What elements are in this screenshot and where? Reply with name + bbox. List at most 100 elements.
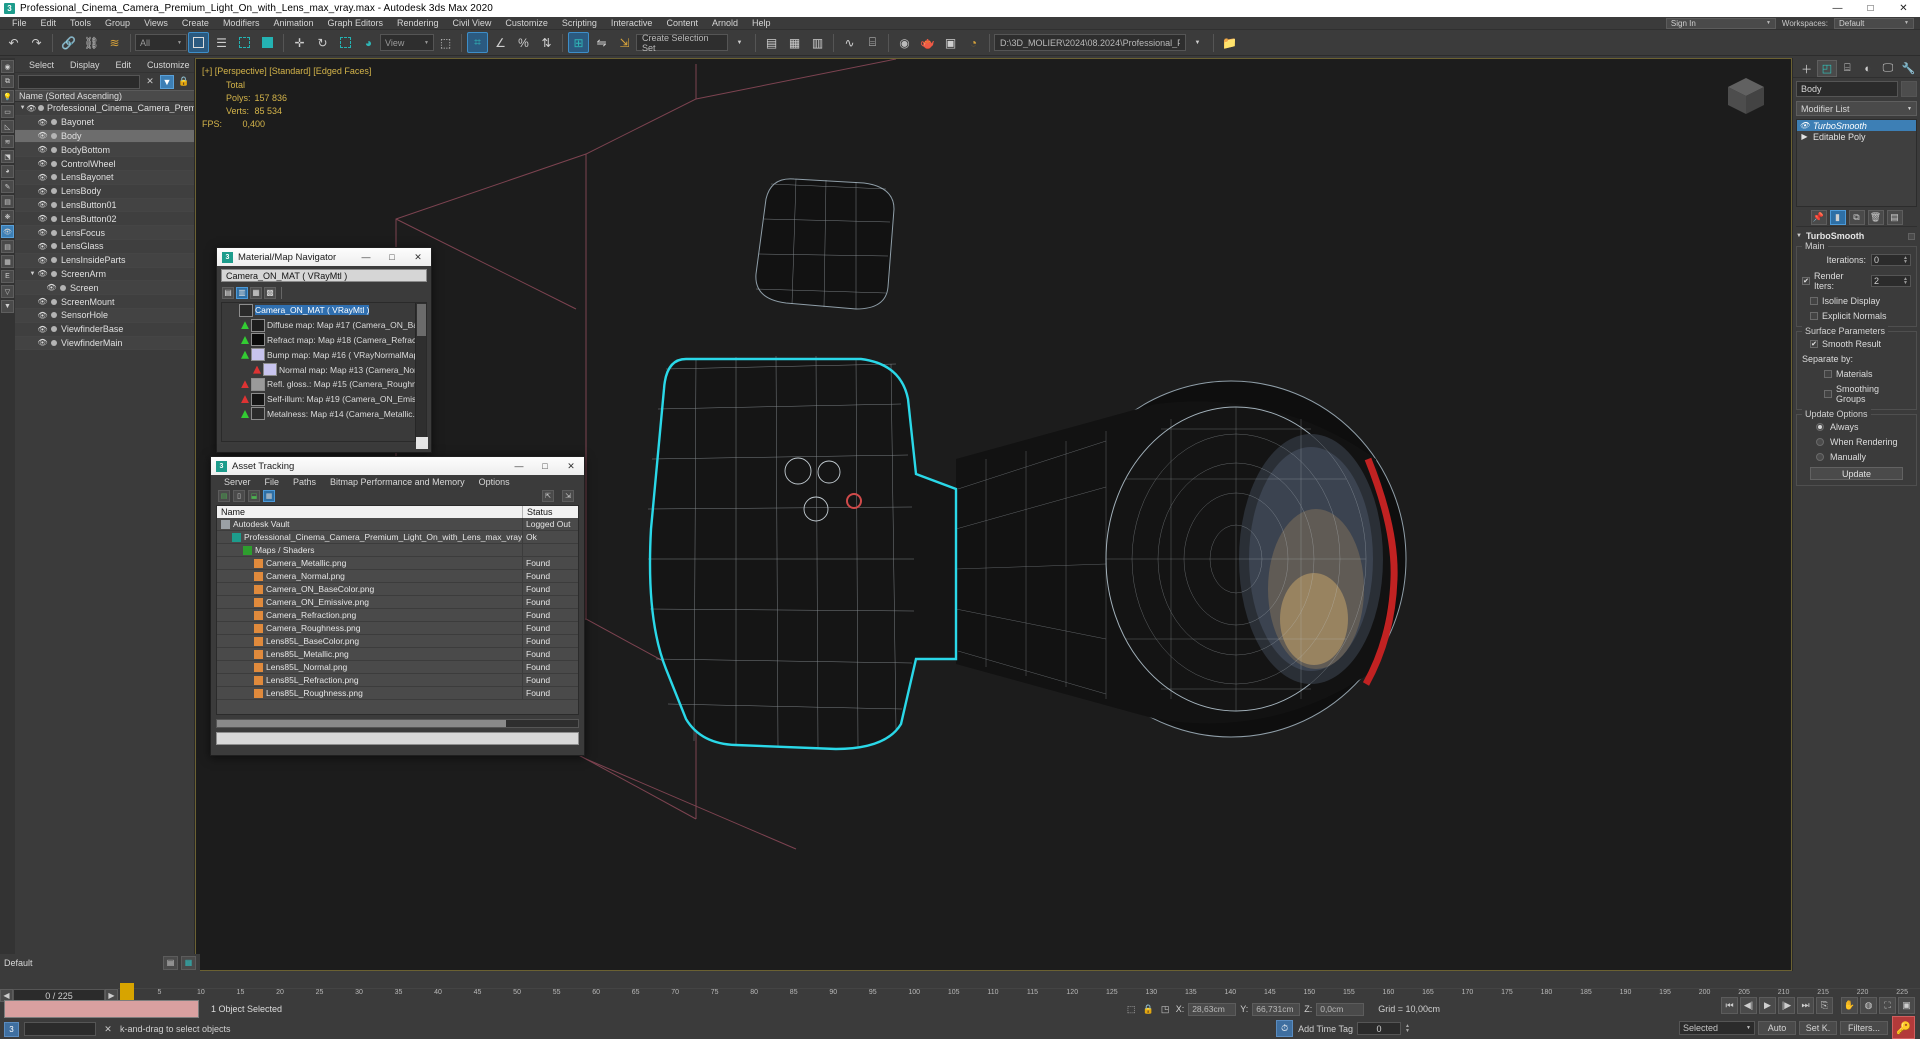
object-color-swatch[interactable] — [1901, 81, 1917, 97]
minimize-button[interactable]: — — [1821, 0, 1854, 17]
freeze-dot-icon[interactable] — [48, 119, 59, 126]
modifier-list-dropdown[interactable]: Modifier List ▼ — [1796, 101, 1917, 116]
asset-table-body[interactable]: Autodesk Vault Logged Out Professional_Cin… — [217, 518, 578, 714]
update-option-row[interactable]: Manually — [1802, 452, 1911, 462]
freeze-dot-icon[interactable] — [48, 188, 59, 195]
toggle-scene-explorer-icon[interactable]: ▤ — [761, 32, 782, 53]
freeze-dot-icon[interactable] — [48, 174, 59, 181]
freeze-dot-icon[interactable] — [48, 298, 59, 305]
explorer-rail-icon-9[interactable]: ▤ — [1, 195, 14, 208]
asset-menu-paths[interactable]: Paths — [286, 477, 323, 487]
select-object-button[interactable] — [188, 32, 209, 53]
menu-graph-editors[interactable]: Graph Editors — [320, 17, 390, 30]
scrollbar-thumb[interactable] — [417, 304, 426, 336]
explorer-rail-icon-1[interactable]: ⧉ — [1, 75, 14, 88]
spinner-arrows-icon[interactable]: ▲ ▼ — [1903, 256, 1908, 265]
angle-snap-toggle-icon[interactable]: ∠ — [490, 32, 511, 53]
filter-icon[interactable]: ▼ — [160, 74, 174, 89]
check-out-icon[interactable]: ▯ — [233, 490, 245, 502]
visibility-eye-icon[interactable]: 👁 — [37, 173, 48, 182]
visibility-eye-icon[interactable]: 👁 — [37, 187, 48, 196]
use-pivot-point-center-icon[interactable]: ⬚ — [435, 32, 456, 53]
rectangular-selection-region-icon[interactable] — [234, 32, 255, 53]
visibility-eye-icon[interactable]: 👁 — [37, 311, 48, 320]
spinner-arrows-icon[interactable]: ▲ ▼ — [1903, 277, 1908, 286]
modifier-stack[interactable]: 👁 TurboSmooth ▶ Editable Poly — [1796, 119, 1917, 207]
material-swatch[interactable] — [239, 303, 253, 317]
asset-table-row[interactable]: Lens85L_Normal.png Found — [217, 661, 578, 674]
go-to-end-icon[interactable]: ⏭ — [1797, 997, 1814, 1014]
toggle-columns-icon[interactable]: ▦ — [263, 490, 275, 502]
select-and-place-icon[interactable]: ◕ — [358, 32, 379, 53]
triangle-down-icon[interactable]: ▼ — [19, 105, 26, 111]
maximize-button[interactable]: □ — [379, 248, 405, 266]
resize-grip[interactable] — [416, 437, 428, 449]
pan-viewport-icon[interactable]: ✋ — [1841, 997, 1858, 1014]
utilities-tab-icon[interactable]: 🔧 — [1899, 60, 1918, 77]
snaps-toggle-icon[interactable]: ⌗ — [467, 32, 488, 53]
scene-explorer-search-input[interactable] — [18, 74, 140, 89]
select-and-scale-icon[interactable] — [335, 32, 356, 53]
material-swatch[interactable] — [251, 377, 265, 391]
explorer-rail-icon-2[interactable]: 💡 — [1, 90, 14, 103]
scene-explorer-row[interactable]: 👁 ControlWheel — [15, 157, 194, 171]
orbit-viewport-icon[interactable]: ◍ — [1860, 997, 1877, 1014]
minimize-button[interactable]: — — [353, 248, 379, 266]
asset-table-row[interactable]: Autodesk Vault Logged Out — [217, 518, 578, 531]
material-editor-icon[interactable]: ◉ — [894, 32, 915, 53]
auto-key-button[interactable]: Auto — [1758, 1020, 1796, 1035]
go-to-start-icon[interactable]: ⏮ — [1721, 997, 1738, 1014]
toggle-ribbon-icon[interactable]: ▥ — [807, 32, 828, 53]
render-iters-checkbox[interactable]: ✔ — [1802, 277, 1810, 285]
coordinate-value-field[interactable]: 28,63cm — [1188, 1002, 1237, 1016]
lock-selection-icon[interactable]: 🔒 — [1142, 1003, 1155, 1016]
visibility-eye-icon[interactable]: 👁 — [46, 283, 57, 292]
freeze-dot-icon[interactable] — [48, 339, 59, 346]
separate-smoothing-groups-row[interactable]: Smoothing Groups — [1802, 384, 1911, 404]
create-tab-icon[interactable]: ＋ — [1797, 60, 1816, 77]
project-path-dropdown-icon[interactable]: ▼ — [1187, 32, 1208, 53]
menu-help[interactable]: Help — [745, 17, 778, 30]
material-swatch[interactable] — [251, 318, 265, 332]
make-unique-icon[interactable]: ⧉ — [1848, 210, 1865, 225]
radio-icon[interactable] — [1816, 438, 1824, 446]
spinner-snap-toggle-icon[interactable]: ⇅ — [536, 32, 557, 53]
explorer-rail-icon-13[interactable]: ▦ — [1, 255, 14, 268]
asset-tracking-hscrollbar[interactable] — [216, 719, 579, 728]
align-icon[interactable]: ⇲ — [614, 32, 635, 53]
freeze-dot-icon[interactable] — [48, 257, 59, 264]
isolate-selection-icon[interactable]: ◳ — [1159, 1003, 1172, 1016]
menu-rendering[interactable]: Rendering — [390, 17, 446, 30]
asset-table-row[interactable]: Lens85L_Refraction.png Found — [217, 674, 578, 687]
clear-search-icon[interactable]: ✕ — [143, 75, 157, 89]
selection-set-dropdown[interactable]: Selected ▼ — [1679, 1020, 1755, 1035]
mirror-icon[interactable]: ⇋ — [591, 32, 612, 53]
play-icon[interactable]: ▶ — [1759, 997, 1776, 1014]
iterations-spinner[interactable]: 0 ▲ ▼ — [1871, 254, 1911, 266]
absolute-mode-transform-icon[interactable]: ⬚ — [1125, 1003, 1138, 1016]
radio-icon[interactable] — [1816, 453, 1824, 461]
explorer-rail-icon-4[interactable]: ◺ — [1, 120, 14, 133]
large-icons-view-icon[interactable]: ▩ — [264, 286, 276, 299]
lock-icon[interactable]: 🔒 — [177, 75, 191, 89]
open-explorer-icon[interactable]: 📁 — [1219, 32, 1240, 53]
edit-named-selection-sets-icon[interactable]: ⊞ — [568, 32, 589, 53]
column-header-name[interactable]: Name — [217, 506, 523, 518]
next-key-icon[interactable]: |▶ — [1778, 997, 1795, 1014]
sign-in-dropdown[interactable]: Sign In ▼ — [1665, 17, 1776, 29]
percent-snap-toggle-icon[interactable]: % — [513, 32, 534, 53]
freeze-dot-icon[interactable] — [48, 243, 59, 250]
material-map-row[interactable]: Self-illum: Map #19 (Camera_ON_Emissive.… — [222, 392, 426, 407]
explicit-normals-checkbox[interactable] — [1810, 312, 1818, 320]
check-in-icon[interactable]: ▤ — [218, 490, 230, 502]
visibility-eye-icon[interactable]: 👁 — [37, 256, 48, 265]
asset-table-row[interactable]: Maps / Shaders — [217, 544, 578, 557]
menu-tools[interactable]: Tools — [63, 17, 98, 30]
material-map-row[interactable]: Metalness: Map #14 (Camera_Metallic.png) — [222, 407, 426, 422]
pin-stack-icon[interactable]: 📌 — [1810, 210, 1827, 225]
material-map-row[interactable]: Normal map: Map #13 (Camera_Normal.png) — [222, 362, 426, 377]
material-map-row[interactable]: Refract map: Map #18 (Camera_Refraction.… — [222, 333, 426, 348]
coordinate-value-field[interactable]: 66,731cm — [1252, 1002, 1301, 1016]
explorer-menu-customize[interactable]: Customize — [139, 60, 198, 70]
viewport-label[interactable]: [+] [Perspective] [Standard] [Edged Face… — [202, 65, 371, 78]
